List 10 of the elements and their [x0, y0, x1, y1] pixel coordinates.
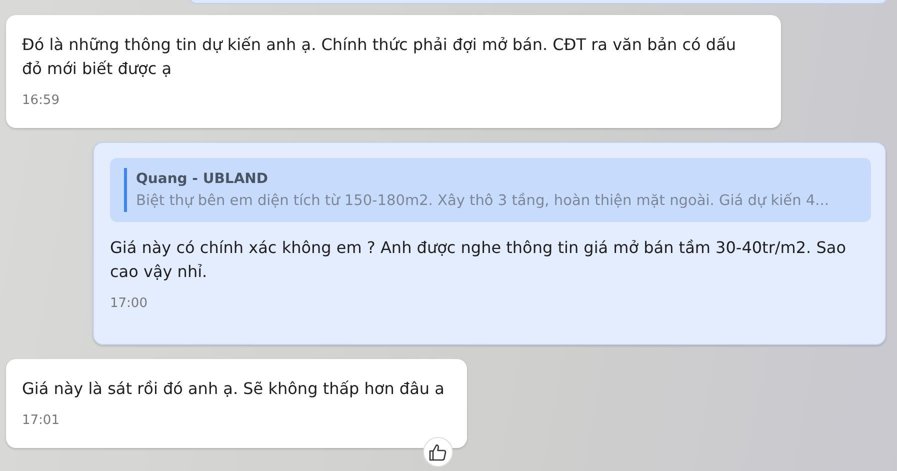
message-text: Giá này có chính xác không em ? Anh được nghe thông tin giá mở bán tầm 30-40tr/m2. Sao cao vậy nhỉ. — [110, 237, 847, 283]
message-text: Giá này là sát rồi đó anh ạ. Sẽ không thấp hơn đâu a — [22, 378, 446, 400]
message-time: 17:00 — [110, 296, 148, 311]
quote-text: Biệt thự bên em diện tích từ 150-180m2. Xây thô 3 tầng, hoàn thiện mặt ngoài. Giá dự kiến 4... — [124, 187, 861, 212]
message-text: Đó là những thông tin dự kiến anh ạ. Chính thức phải đợi mở bán. CĐT ra văn bản có dấu đỏ mới biết được ạ — [22, 34, 738, 80]
message-time: 17:01 — [22, 413, 60, 428]
like-button[interactable] — [423, 437, 453, 467]
thumbs-up-icon — [428, 442, 448, 462]
message-time: 16:59 — [22, 93, 60, 108]
quote-author: Quang - UBLAND — [124, 168, 861, 187]
